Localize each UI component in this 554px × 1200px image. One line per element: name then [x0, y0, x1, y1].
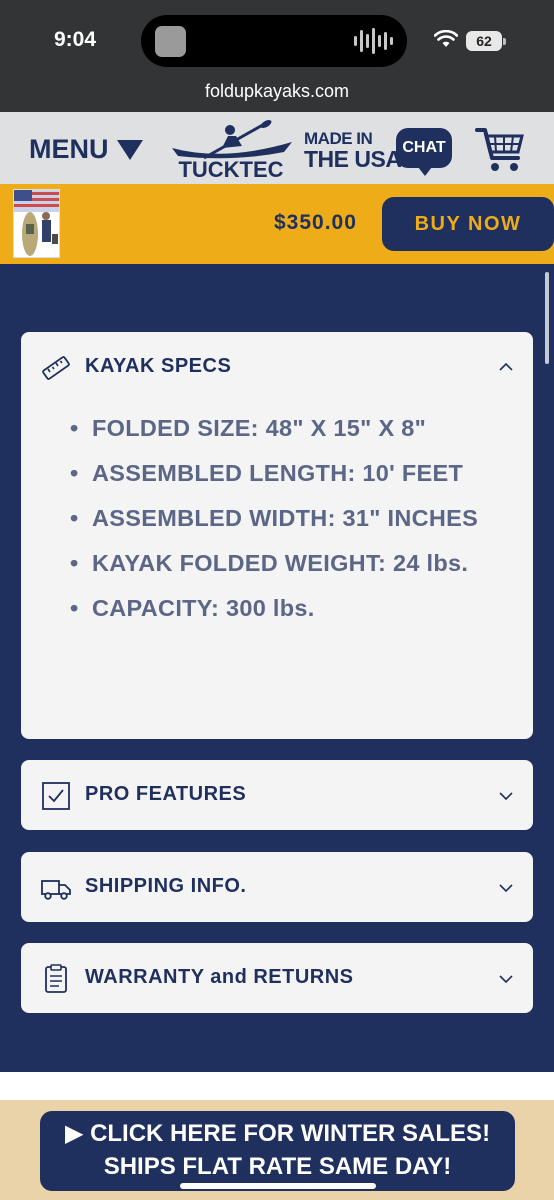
accordion-title: PRO FEATURES [85, 783, 247, 805]
accordion-warranty-returns[interactable]: WARRANTY and RETURNS [21, 943, 533, 1013]
cart-icon[interactable] [474, 124, 526, 174]
spec-text: KAYAK FOLDED WEIGHT: 24 lbs. [92, 550, 469, 576]
menu-button[interactable]: MENU [29, 134, 143, 165]
product-price: $350.00 [274, 211, 357, 234]
battery-indicator: 62 [466, 31, 506, 51]
dynamic-island [141, 15, 407, 67]
product-thumbnail[interactable] [13, 189, 60, 258]
spec-item: KAYAK FOLDED WEIGHT: 24 lbs. • [70, 550, 469, 576]
audio-wave-icon [354, 27, 393, 55]
menu-label: MENU [29, 134, 109, 164]
promo-line-2: SHIPS FLAT RATE SAME DAY! [103, 1153, 452, 1180]
spec-item: ASSEMBLED WIDTH: 31" INCHES • [70, 505, 479, 531]
site-header: MENU TUCKTEC MADE IN THE USA CHAT [0, 112, 554, 184]
buy-bar: $350.00 BUY NOW [0, 184, 554, 264]
chat-button[interactable]: CHAT [396, 128, 452, 176]
accordion-title: KAYAK SPECS [85, 355, 232, 377]
tucktec-logo[interactable]: TUCKTEC [164, 118, 298, 180]
spec-list: FOLDED SIZE: 48" X 15" X 8" • ASSEMBLED L… [70, 406, 520, 631]
spec-text: FOLDED SIZE: 48" X 15" X 8" [92, 415, 427, 441]
spec-item: ASSEMBLED LENGTH: 10' FEET • [70, 460, 464, 486]
spec-text: ASSEMBLED WIDTH: 31" INCHES [92, 505, 479, 531]
accordion-title: WARRANTY and RETURNS [85, 966, 354, 988]
chevron-down-icon [499, 884, 513, 893]
address-bar-url[interactable]: foldupkayaks.com [0, 81, 554, 102]
accordion-header-kayak-specs[interactable]: KAYAK SPECS [21, 332, 533, 402]
the-usa-line: THE USA [304, 146, 402, 172]
checkbox-icon [42, 782, 70, 810]
buy-now-button[interactable]: BUY NOW [382, 197, 554, 251]
ruler-icon [42, 356, 70, 380]
clipboard-icon [45, 964, 67, 993]
made-in-line: MADE IN [304, 129, 373, 148]
content-divider [0, 1072, 554, 1102]
chevron-down-icon [499, 792, 513, 801]
accordion-title: SHIPPING INFO. [85, 875, 247, 897]
accordion-pro-features[interactable]: PRO FEATURES [21, 760, 533, 830]
status-time: 9:04 [54, 28, 97, 51]
made-in-usa-badge: MADE IN THE USA [304, 129, 402, 172]
accordion-kayak-specs: KAYAK SPECS FOLDED SIZE: 48" X 15" X 8" •… [21, 332, 533, 739]
accordion-shipping-info[interactable]: SHIPPING INFO. [21, 852, 533, 922]
spec-item: FOLDED SIZE: 48" X 15" X 8" • [70, 415, 427, 441]
status-bar: 9:04 62 foldupkayaks.com [0, 0, 554, 112]
chevron-up-icon [499, 362, 513, 371]
spec-item: CAPACITY: 300 lbs. • [70, 595, 315, 621]
spec-text: ASSEMBLED LENGTH: 10' FEET [92, 460, 464, 486]
spec-text: CAPACITY: 300 lbs. [92, 595, 315, 621]
promo-line-1: ▶ CLICK HERE FOR WINTER SALES! [40, 1117, 515, 1150]
logo-text: TUCKTEC [178, 157, 283, 180]
winter-sale-banner[interactable]: ▶ CLICK HERE FOR WINTER SALES! SHIPS FLA… [40, 1111, 515, 1191]
chevron-down-icon [499, 975, 513, 984]
now-playing-thumbnail [155, 26, 186, 57]
truck-icon [41, 880, 71, 900]
wifi-icon [434, 30, 458, 47]
page-scrollbar[interactable] [545, 272, 549, 364]
home-indicator[interactable] [180, 1183, 376, 1189]
menu-caret-icon [116, 139, 143, 160]
play-icon: ▶ [64, 1120, 91, 1147]
promo-line-1-text: CLICK HERE FOR WINTER SALES! [90, 1120, 491, 1147]
